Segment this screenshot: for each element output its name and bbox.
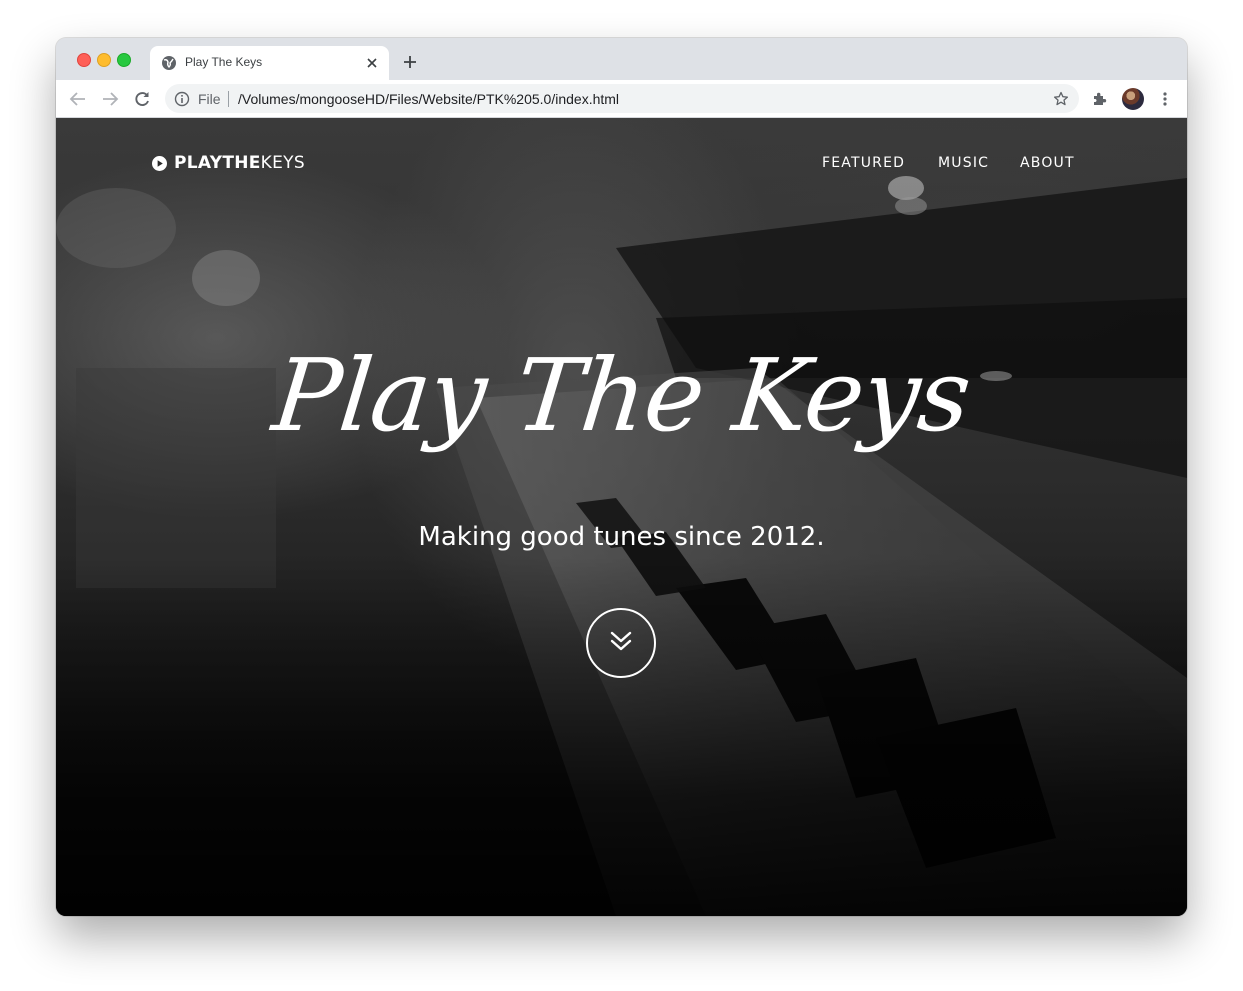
nav-link-featured[interactable]: FEATURED — [822, 155, 905, 171]
site-brand-link[interactable]: PLAYTHE KEYS — [152, 153, 305, 173]
close-icon[interactable] — [364, 55, 380, 71]
zoom-window-button[interactable] — [117, 53, 131, 67]
info-icon[interactable] — [174, 91, 190, 107]
plus-icon[interactable] — [401, 53, 419, 71]
reload-icon[interactable] — [130, 87, 154, 111]
url-divider — [228, 91, 229, 107]
nav-link-music[interactable]: MUSIC — [938, 155, 989, 171]
double-chevron-down-icon — [608, 628, 634, 659]
globe-icon — [161, 55, 177, 71]
close-window-button[interactable] — [77, 53, 91, 67]
brand-text-light: KEYS — [260, 153, 305, 173]
brand-text-bold: PLAYTHE — [174, 153, 261, 173]
profile-avatar[interactable] — [1122, 88, 1144, 110]
browser-window: Play The Keys File /Volumes/mongooseHD/F… — [56, 38, 1187, 916]
minimize-window-button[interactable] — [97, 53, 111, 67]
puzzle-icon[interactable] — [1088, 87, 1112, 111]
back-arrow-icon[interactable] — [66, 87, 90, 111]
browser-toolbar: File /Volumes/mongooseHD/Files/Website/P… — [56, 80, 1187, 118]
tab-strip: Play The Keys — [56, 38, 1187, 80]
scroll-down-button[interactable] — [586, 608, 656, 678]
kebab-menu-icon[interactable] — [1153, 87, 1177, 111]
url-scheme: File — [198, 91, 221, 107]
star-icon[interactable] — [1051, 89, 1071, 109]
web-page: PLAYTHE KEYS FEATURED MUSIC ABOUT Play T… — [56, 118, 1187, 916]
tab-play-the-keys[interactable]: Play The Keys — [150, 46, 389, 80]
hero-vignette — [56, 118, 1187, 916]
site-navbar: PLAYTHE KEYS FEATURED MUSIC ABOUT — [56, 118, 1187, 208]
tab-title: Play The Keys — [185, 55, 263, 69]
forward-arrow-icon[interactable] — [98, 87, 122, 111]
hero-title: Play The Keys — [267, 337, 976, 454]
url-text[interactable]: /Volumes/mongooseHD/Files/Website/PTK%20… — [238, 91, 619, 107]
nav-link-about[interactable]: ABOUT — [1020, 155, 1075, 171]
address-bar[interactable]: File /Volumes/mongooseHD/Files/Website/P… — [165, 84, 1079, 113]
hero-subtitle: Making good tunes since 2012. — [418, 522, 825, 552]
play-circle-icon — [152, 155, 167, 171]
